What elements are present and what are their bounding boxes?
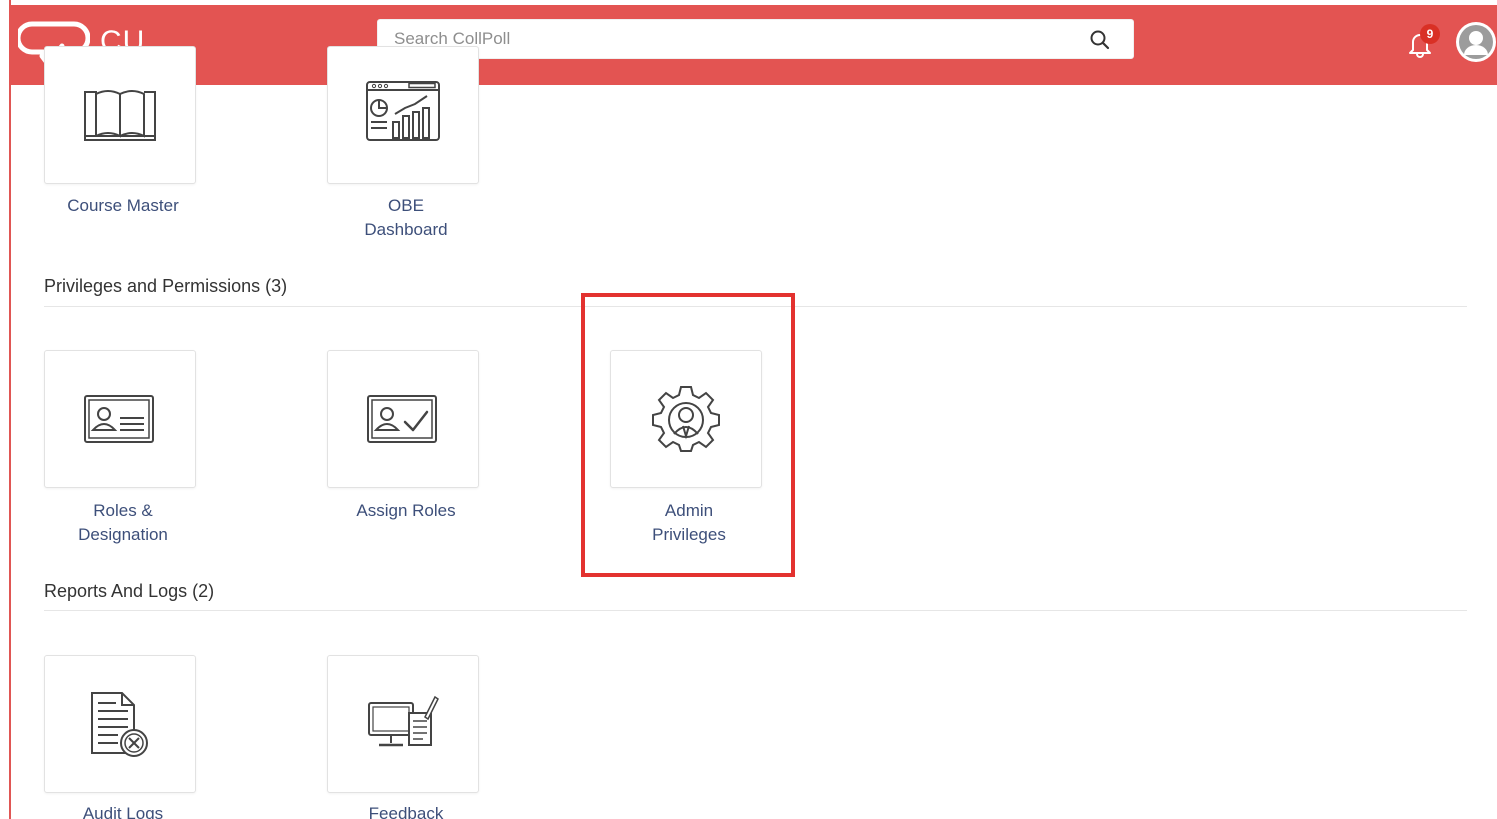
search-icon[interactable]	[1089, 29, 1111, 51]
tile-course-master[interactable]	[44, 46, 196, 184]
tile-audit-logs[interactable]	[44, 655, 196, 793]
assign-id-card-icon	[367, 395, 437, 443]
window-left-border	[9, 0, 11, 819]
tile-obe-dashboard[interactable]	[327, 46, 479, 184]
section-divider	[44, 610, 1467, 611]
highlight-box	[581, 293, 795, 577]
tile-label-roles-designation[interactable]: Roles & Designation	[23, 499, 223, 547]
tile-label-audit-logs[interactable]: Audit Logs	[23, 802, 223, 819]
audit-document-icon	[91, 692, 148, 757]
app-window: CU 9 Course Master	[0, 0, 1497, 819]
section-title-reports: Reports And Logs (2)	[44, 581, 215, 601]
tile-label-feedback[interactable]: Feedback	[306, 802, 506, 819]
search-box[interactable]	[377, 19, 1134, 59]
tile-roles-designation[interactable]	[44, 350, 196, 488]
dashboard-icon	[366, 81, 440, 141]
notification-badge: 9	[1420, 24, 1440, 44]
tile-assign-roles[interactable]	[327, 350, 479, 488]
tile-label-assign-roles[interactable]: Assign Roles	[306, 499, 506, 523]
id-card-icon	[84, 395, 154, 443]
feedback-monitor-icon	[368, 695, 439, 747]
book-icon	[84, 90, 156, 141]
user-avatar[interactable]	[1455, 21, 1497, 63]
tile-label-course-master[interactable]: Course Master	[23, 194, 223, 218]
search-input[interactable]	[378, 20, 1084, 58]
section-title-privileges: Privileges and Permissions (3)	[44, 276, 288, 296]
tile-feedback[interactable]	[327, 655, 479, 793]
tile-label-obe-dashboard[interactable]: OBE Dashboard	[306, 194, 506, 242]
